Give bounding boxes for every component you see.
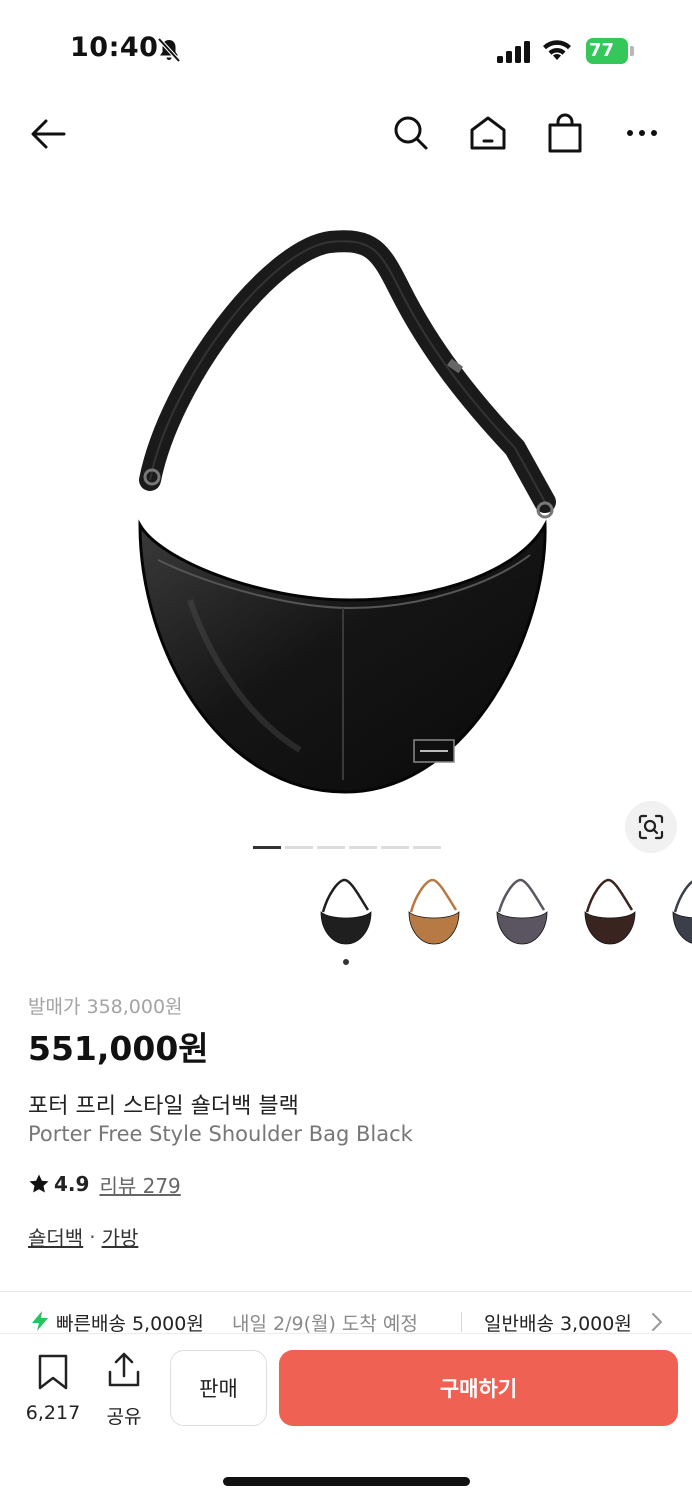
- chevron-right-icon[interactable]: [650, 1312, 664, 1332]
- lightning-bolt-icon: [32, 1311, 48, 1331]
- wifi-icon: [543, 40, 571, 60]
- color-thumbnail-tan[interactable]: [398, 872, 470, 952]
- buy-button[interactable]: 구매하기: [279, 1350, 678, 1426]
- battery-indicator: 77: [586, 38, 634, 64]
- color-thumbnails[interactable]: [310, 872, 692, 962]
- bell-muted-icon: [157, 37, 181, 63]
- thumbnail-bag-image: [584, 878, 636, 945]
- review-link[interactable]: 리뷰 279: [99, 1170, 180, 1199]
- shopping-bag-icon[interactable]: [545, 112, 585, 154]
- back-arrow-icon[interactable]: [28, 114, 68, 154]
- category-breadcrumb: 숄더백 · 가방: [28, 1222, 138, 1251]
- product-name-english: Porter Free Style Shoulder Bag Black: [28, 1122, 413, 1146]
- bottom-action-bar: 6,217 공유 판매 구매하기: [0, 1333, 692, 1500]
- thumbnail-bag-image: [672, 880, 692, 944]
- product-image[interactable]: [0, 180, 692, 870]
- selected-thumbnail-dot: [343, 959, 349, 965]
- pager-segment: [253, 846, 281, 849]
- category-separator: ·: [89, 1224, 96, 1249]
- status-time: 10:40: [70, 32, 159, 63]
- battery-level: 77: [589, 40, 615, 61]
- pager-segment: [317, 846, 345, 849]
- category-link-shoulder-bag[interactable]: 숄더백: [28, 1222, 83, 1251]
- share-button[interactable]: 공유: [100, 1344, 148, 1428]
- pager-segment: [285, 846, 313, 849]
- status-bar: 10:40 77: [0, 0, 692, 100]
- category-link-bag[interactable]: 가방: [102, 1222, 139, 1251]
- pager-segment: [381, 846, 409, 849]
- sell-button[interactable]: 판매: [170, 1350, 267, 1426]
- color-thumbnail-navy[interactable]: [662, 872, 692, 952]
- product-name-korean: 포터 프리 스타일 숄더백 블랙: [28, 1094, 299, 1119]
- image-search-button[interactable]: [625, 801, 677, 853]
- delivery-options[interactable]: 빠른배송 5,000원 내일 2/9(월) 도착 예정 일반배송 3,000원: [0, 1306, 692, 1336]
- pager-segment: [413, 846, 441, 849]
- bookmark-icon: [38, 1354, 68, 1390]
- color-thumbnail-gray[interactable]: [486, 872, 558, 952]
- pager-segment: [349, 846, 377, 849]
- thumbnail-bag-image: [496, 878, 548, 945]
- normal-delivery-label: 일반배송 3,000원: [484, 1313, 632, 1335]
- color-thumbnail-black[interactable]: [310, 872, 382, 952]
- more-icon[interactable]: [622, 116, 662, 150]
- thumbnail-bag-image: [320, 878, 372, 945]
- share-label: 공유: [106, 1406, 142, 1428]
- fast-delivery-label: 빠른배송 5,000원: [56, 1313, 204, 1335]
- section-divider: [0, 1291, 692, 1292]
- star-icon: [29, 1174, 49, 1193]
- release-price: 발매가 358,000원: [28, 996, 183, 1018]
- image-pager: [253, 846, 441, 850]
- shoulder-bag-image: [138, 230, 556, 794]
- rating-row: 4.9 리뷰 279: [28, 1170, 181, 1198]
- fast-delivery-eta: 내일 2/9(월) 도착 예정: [232, 1313, 418, 1335]
- current-price: 551,000원: [28, 1029, 209, 1068]
- home-icon[interactable]: [468, 113, 508, 153]
- home-indicator: [223, 1477, 470, 1486]
- lens-scan-icon: [638, 814, 664, 840]
- share-icon: [108, 1352, 140, 1387]
- battery-cap: [630, 46, 634, 56]
- delivery-separator: [461, 1312, 462, 1332]
- color-thumbnail-brown[interactable]: [574, 872, 646, 952]
- search-icon[interactable]: [390, 113, 430, 153]
- thumbnail-bag-image: [408, 878, 460, 945]
- cellular-signal-icon: [497, 41, 530, 63]
- save-count: 6,217: [25, 1402, 81, 1424]
- rating-value: 4.9: [54, 1172, 90, 1196]
- save-button[interactable]: 6,217: [22, 1344, 84, 1424]
